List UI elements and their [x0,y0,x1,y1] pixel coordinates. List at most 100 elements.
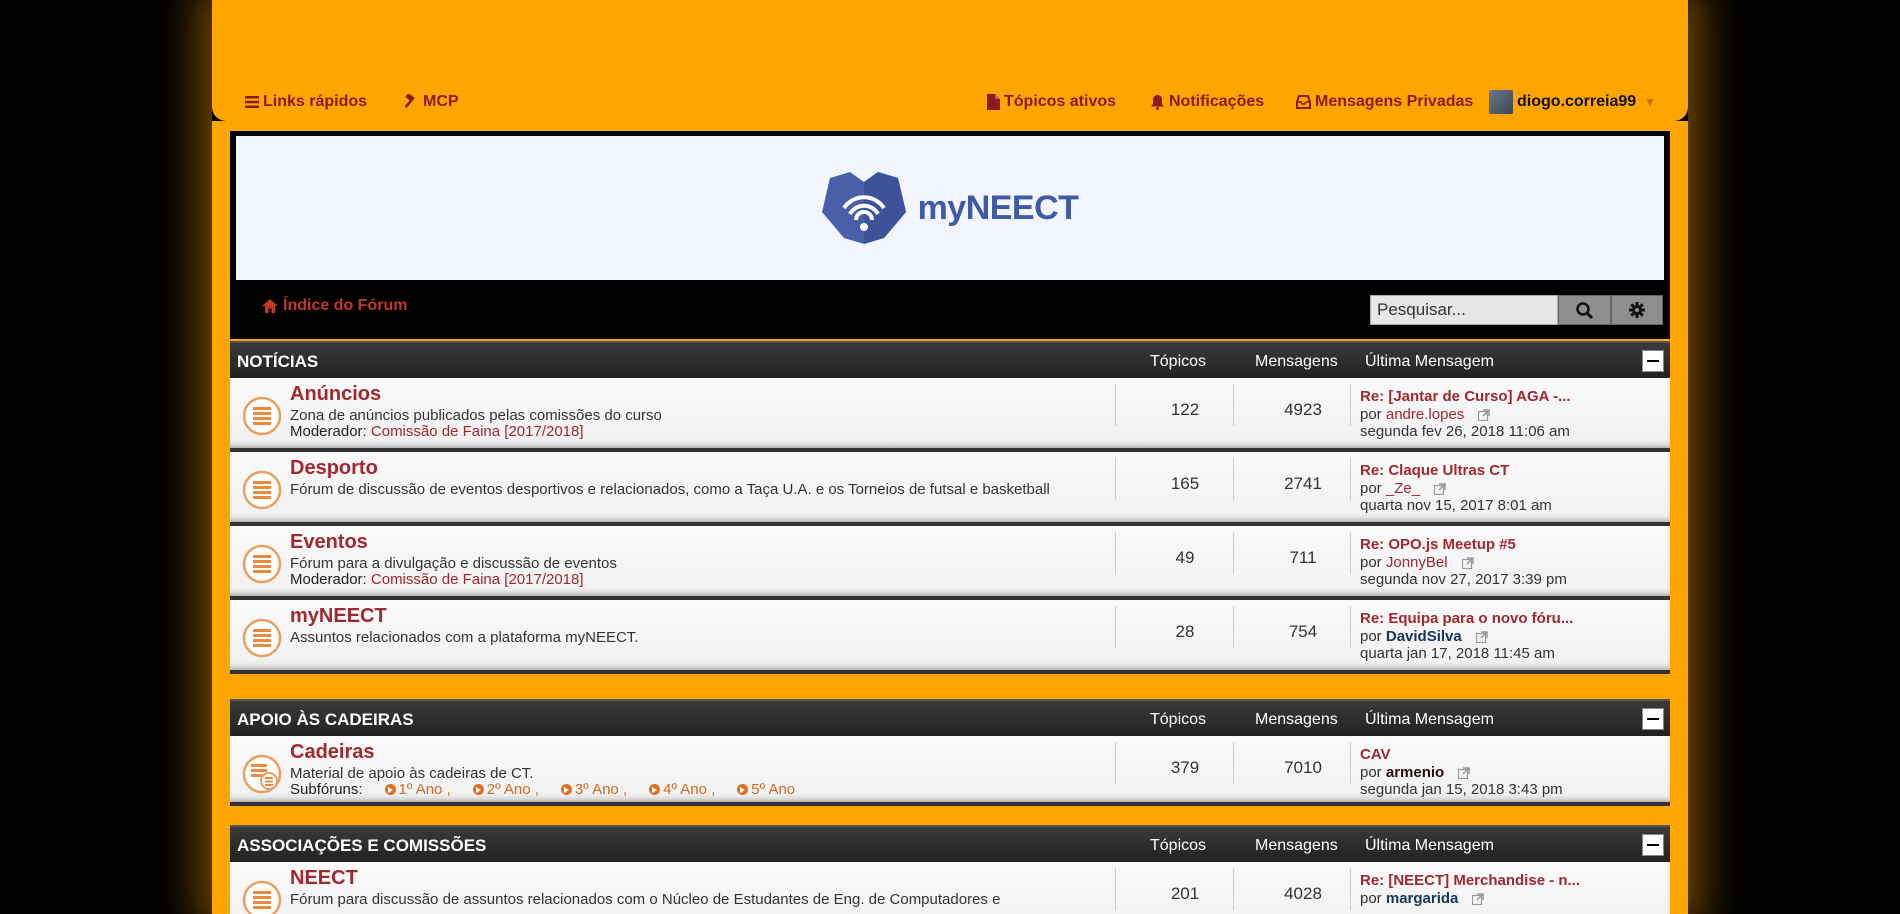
forum-index-link[interactable]: Índice do Fórum [262,297,407,315]
forum-read-icon[interactable] [242,618,282,663]
chevron-down-icon: ▼ [1644,95,1657,109]
divider [1350,458,1351,500]
topics-count: 49 [1175,548,1195,567]
collapse-button[interactable] [1642,350,1664,372]
last-post-link[interactable]: CAV [1360,746,1391,763]
subforums-label: Subfóruns: [290,781,363,798]
subforum-arrow-icon [472,784,484,795]
subforum-arrow-icon [737,784,749,795]
forum-title-link[interactable]: Anúncios [290,383,381,406]
forum-title-link[interactable]: Desporto [290,457,378,480]
last-post-author-line: por margarida [1360,890,1485,909]
view-latest-post-icon[interactable] [1472,892,1485,909]
file-icon [987,94,1000,110]
advanced-search-button[interactable] [1611,295,1663,325]
divider [1350,384,1351,426]
forum-description: Fórum de discussão de eventos desportivo… [290,481,1050,498]
forum-row: Eventos Fórum para a divulgação e discus… [230,526,1670,600]
subforum-label: 5º Ano [751,781,796,798]
subforum-link-2-ano[interactable]: 2º Ano , [472,781,539,798]
last-post-date: segunda fev 26, 2018 11:06 am [1360,423,1570,440]
posts-column-header: Mensagens [1255,353,1338,370]
last-post-link[interactable]: Re: Equipa para o novo fóru... [1360,610,1573,627]
subforum-arrow-icon [649,784,661,795]
private-messages-link[interactable]: Mensagens Privadas [1296,91,1473,113]
forum-row: Anúncios Zona de anúncios publicados pel… [230,378,1670,452]
forum-read-icon[interactable] [242,544,282,589]
forum-title-link[interactable]: Cadeiras [290,741,375,764]
search-input[interactable] [1370,295,1558,325]
last-post-link[interactable]: Re: [Jantar de Curso] AGA -... [1360,388,1571,405]
forum-title-link[interactable]: NEECT [290,867,358,890]
gear-icon [1629,302,1645,318]
last-post-author[interactable]: JonnyBel [1386,554,1448,571]
forum-description: Assuntos relacionados com a plataforma m… [290,629,639,646]
last-post-author[interactable]: armenio [1386,764,1444,781]
moderator-link[interactable]: Comissão de Faina [2017/2018] [371,571,584,588]
posts-count: 754 [1288,622,1318,641]
divider [1350,742,1351,784]
search-icon [1576,301,1593,319]
search-button[interactable] [1558,295,1611,325]
forum-title-link[interactable]: myNEECT [290,605,387,628]
user-menu[interactable]: diogo.correia99 ▼ [1489,90,1657,114]
subforum-link-1-ano[interactable]: 1º Ano , [384,781,451,798]
forum-description: Fórum para a divulgação e discussão de e… [290,555,617,572]
moderator-line: Moderador: Comissão de Faina [2017/2018] [290,423,584,440]
subforums-line: Subfóruns: 1º Ano , 2º Ano , 3º Ano , 4º… [290,781,795,798]
subforum-link-3-ano[interactable]: 3º Ano , [560,781,627,798]
last-post-author[interactable]: andre.lopes [1386,406,1464,423]
logo-text: myNEECT [917,188,1079,227]
divider [1233,742,1234,784]
moderator-link[interactable]: Comissão de Faina [2017/2018] [371,423,584,440]
forum-row: Desporto Fórum de discussão de eventos d… [230,452,1670,526]
posts-count: 7010 [1284,758,1322,777]
forum-row: NEECT Fórum para discussão de assuntos r… [230,862,1670,914]
last-post-author[interactable]: DavidSilva [1386,628,1462,645]
posts-count: 4923 [1284,400,1322,419]
by-label: por [1360,554,1382,571]
collapse-button[interactable] [1642,708,1664,730]
collapse-button[interactable] [1642,834,1664,856]
posts-count: 2741 [1284,474,1322,493]
quick-links-label: Links rápidos [263,93,368,110]
forum-read-icon[interactable] [242,396,282,441]
by-label: por [1360,406,1382,423]
hamburger-icon [245,96,259,108]
divider [1115,868,1116,910]
notifications-label: Notificações [1169,93,1265,110]
last-post-author[interactable]: margarida [1386,890,1459,907]
forum-title-link[interactable]: Eventos [290,531,368,554]
forum-read-icon[interactable] [242,880,282,914]
category-header: NOTÍCIAS Tópicos Mensagens Última Mensag… [230,341,1670,378]
forum-read-icon[interactable] [242,470,282,515]
last-post-date: segunda jan 15, 2018 3:43 pm [1360,781,1563,798]
last-post-link[interactable]: Re: [NEECT] Merchandise - n... [1360,872,1580,889]
last-post-link[interactable]: Re: Claque Ultras CT [1360,462,1509,479]
last-post-link[interactable]: Re: OPO.js Meetup #5 [1360,536,1516,553]
divider [1115,742,1116,784]
mcp-link[interactable]: MCP [403,91,459,113]
site-logo[interactable]: myNEECT [821,172,1079,244]
gavel-icon [404,94,415,109]
subforum-arrow-icon [384,784,396,795]
quick-links-menu[interactable]: Links rápidos [245,91,367,113]
category-header: APOIO ÀS CADEIRAS Tópicos Mensagens Últi… [230,699,1670,736]
topics-column-header: Tópicos [1150,711,1207,728]
forum-description: Zona de anúncios publicados pelas comiss… [290,407,662,424]
subforum-link-4-ano[interactable]: 4º Ano , [649,781,715,798]
forum-description: Fórum para discussão de assuntos relacio… [290,891,1001,908]
divider [1115,606,1116,648]
last-post-author[interactable]: _Ze_ [1386,480,1420,497]
moderator-label: Moderador: [290,423,367,440]
by-label: por [1360,628,1382,645]
category-apoio-cadeiras: APOIO ÀS CADEIRAS Tópicos Mensagens Últi… [230,699,1670,806]
forum-row: myNEECT Assuntos relacionados com a plat… [230,600,1670,674]
moderator-label: Moderador: [290,571,367,588]
subforum-link-5-ano[interactable]: 5º Ano [737,781,795,798]
last-post-date: quarta nov 15, 2017 8:01 am [1360,497,1552,514]
forum-subforums-icon[interactable] [242,754,282,799]
last-post-column-header: Última Mensagem [1365,837,1494,854]
notifications-link[interactable]: Notificações [1150,91,1264,113]
active-topics-link[interactable]: Tópicos ativos [987,91,1116,113]
